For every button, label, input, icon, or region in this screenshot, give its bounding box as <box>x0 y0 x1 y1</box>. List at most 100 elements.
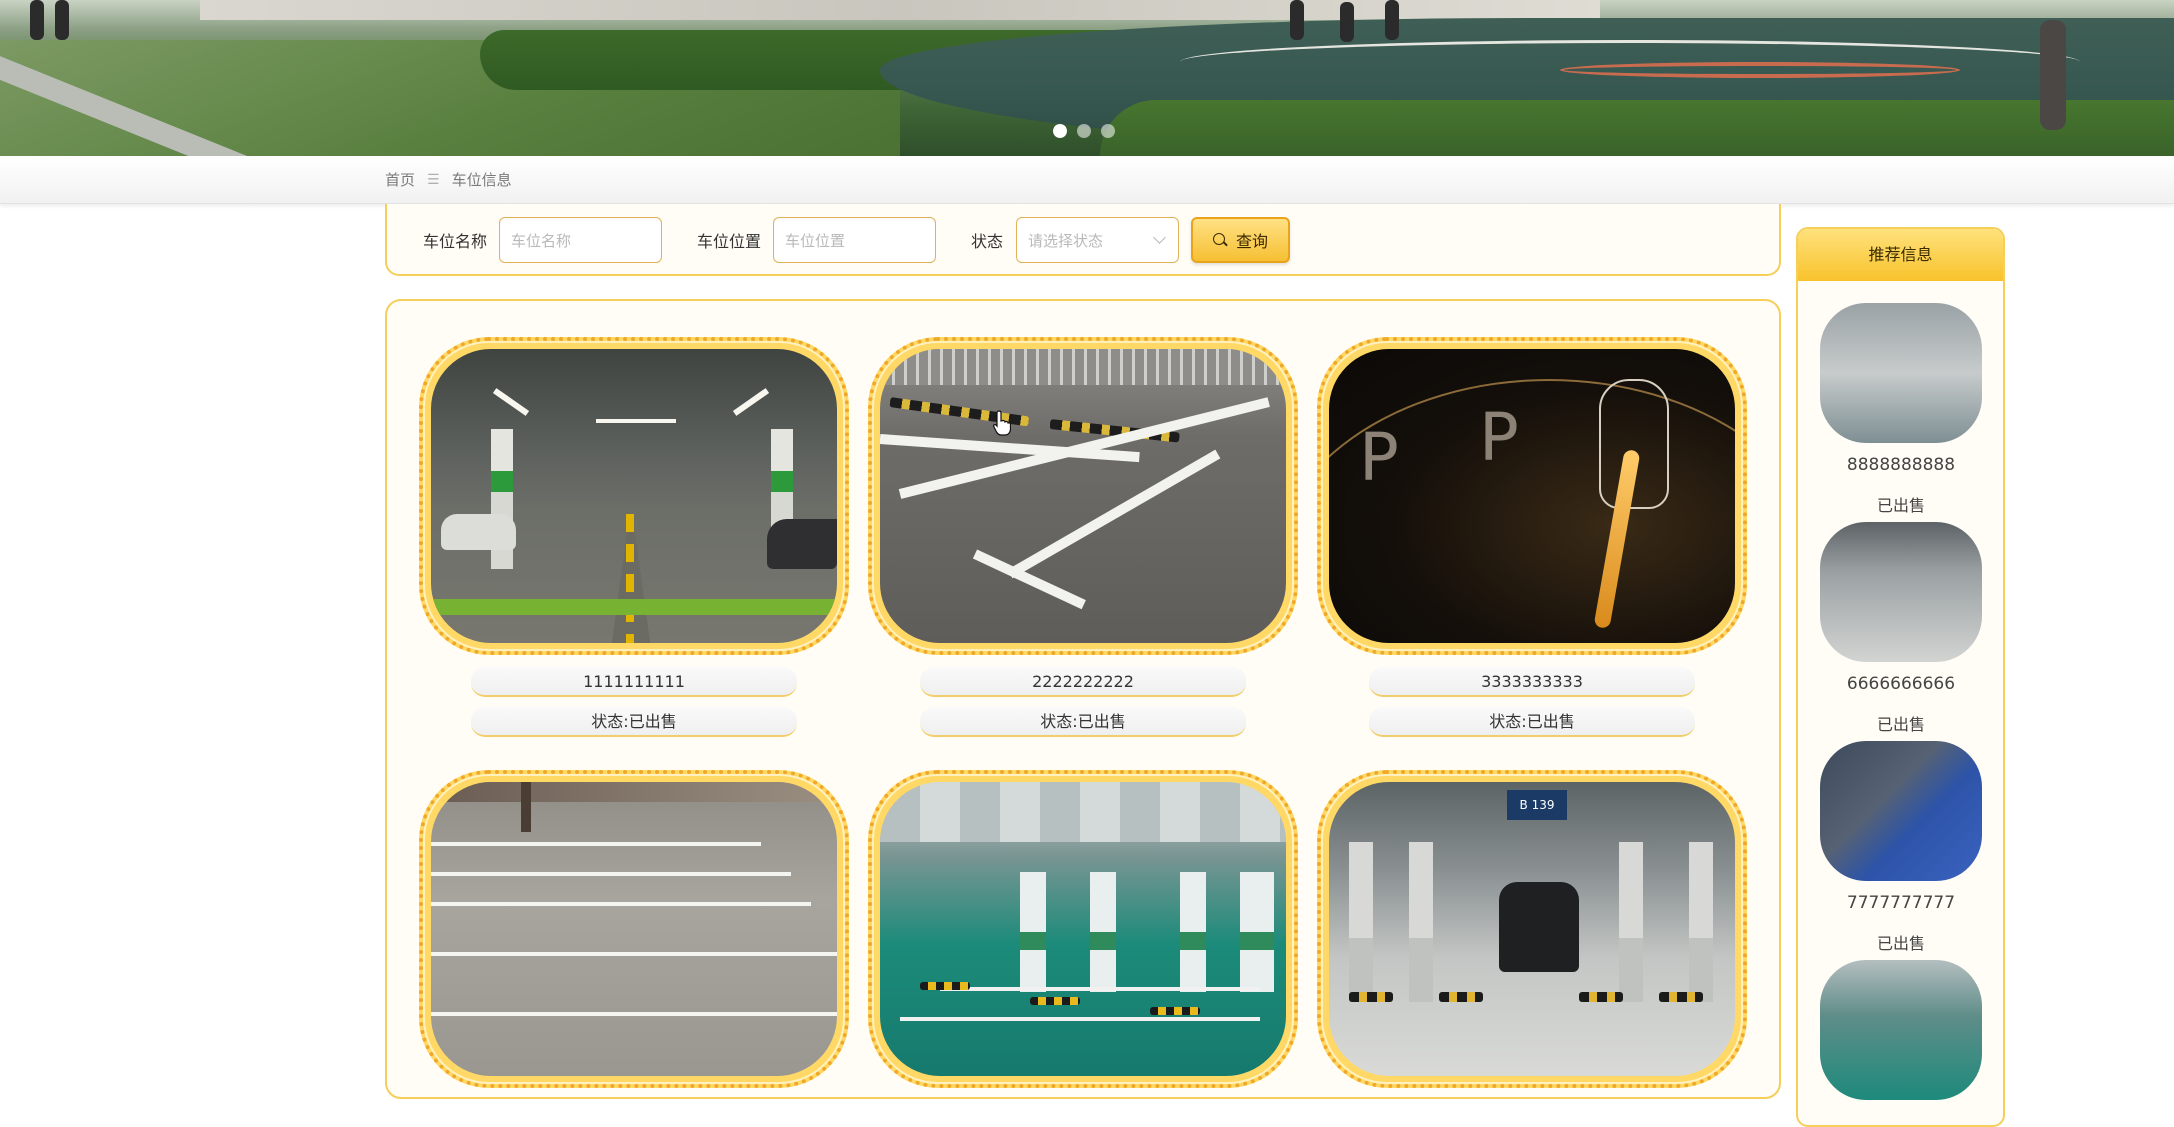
carousel-dot[interactable] <box>1077 124 1091 138</box>
parked-car <box>1499 882 1579 972</box>
parking-image[interactable]: B 139 <box>1329 782 1735 1076</box>
car-outline <box>1599 379 1669 509</box>
recommend-image[interactable] <box>1820 303 1982 443</box>
carousel-dots <box>1053 124 1115 138</box>
status-select-placeholder: 请选择状态 <box>1028 232 1104 250</box>
parking-line <box>1007 449 1221 579</box>
card-image-frame[interactable]: B 139 <box>1317 770 1747 1088</box>
search-icon <box>1212 232 1228 248</box>
wheel-stopper <box>920 982 970 990</box>
recommend-item[interactable] <box>1820 960 1982 1100</box>
status-label: 状态 <box>971 232 1004 251</box>
wheel-stopper <box>1030 997 1080 1005</box>
recommend-name: 8888888888 <box>1846 455 1956 475</box>
parking-image[interactable]: P P <box>1329 349 1735 643</box>
parking-image[interactable] <box>431 782 837 1076</box>
breadcrumb-current: 车位信息 <box>451 171 512 189</box>
breadcrumb: 首页 ☰ 车位信息 <box>385 169 512 190</box>
location-input[interactable]: 车位位置 <box>773 217 936 263</box>
banner-hedge-lower <box>1100 100 2174 156</box>
parking-line <box>900 1017 1260 1021</box>
parking-symbol: P <box>1359 419 1399 496</box>
recommend-item[interactable]: 7777777777 已出售 <box>1820 741 1982 953</box>
recommend-image[interactable] <box>1820 522 1982 662</box>
card-name: 1111111111 <box>471 667 797 697</box>
banner-person <box>2040 20 2066 130</box>
search-button[interactable]: 查询 <box>1191 217 1290 263</box>
ceiling <box>880 782 1286 842</box>
parking-image[interactable] <box>431 349 837 643</box>
wheel-stopper <box>1439 992 1483 1002</box>
recommend-status: 已出售 <box>1876 934 1925 953</box>
recommend-image[interactable] <box>1820 960 1982 1100</box>
card-status: 状态:已出售 <box>471 707 797 737</box>
pole <box>521 782 531 832</box>
parked-car <box>441 514 516 550</box>
fence <box>880 349 1286 385</box>
name-label: 车位名称 <box>423 232 488 251</box>
card-image-frame[interactable]: P P <box>1317 337 1747 655</box>
lane-marking <box>626 514 634 643</box>
parking-image[interactable] <box>880 349 1286 643</box>
card-name: 2222222222 <box>920 667 1246 697</box>
card-status: 状态:已出售 <box>920 707 1246 737</box>
recommend-status: 已出售 <box>1876 496 1925 515</box>
parking-line <box>431 952 837 956</box>
location-label: 车位位置 <box>697 232 762 251</box>
card-image-frame[interactable] <box>868 337 1298 655</box>
recommend-status: 已出售 <box>1876 715 1925 734</box>
banner-person <box>1340 2 1354 42</box>
card-image-frame[interactable] <box>419 337 849 655</box>
parking-line <box>940 987 1260 991</box>
card-image-frame[interactable] <box>868 770 1298 1088</box>
hero-banner[interactable] <box>0 0 2174 156</box>
breadcrumb-home[interactable]: 首页 <box>385 169 415 190</box>
pillar <box>1349 842 1373 1002</box>
pillar <box>1409 842 1433 1002</box>
ceiling-light <box>492 388 530 416</box>
recommend-item[interactable]: 6666666666 已出售 <box>1820 522 1982 734</box>
breadcrumb-bar: 首页 ☰ 车位信息 <box>0 157 2174 204</box>
card-name: 3333333333 <box>1369 667 1695 697</box>
wheel-stopper <box>1150 1007 1200 1015</box>
pillar <box>1240 872 1274 992</box>
wheel-stopper <box>1349 992 1393 1002</box>
name-input[interactable]: 车位名称 <box>499 217 662 263</box>
parking-image[interactable] <box>880 782 1286 1076</box>
carousel-dot[interactable] <box>1053 124 1067 138</box>
parking-grid-panel: 1111111111 状态:已出售 2222222222 状态:已出售 P P <box>385 299 1781 1099</box>
green-curb <box>431 599 837 615</box>
card-image-frame[interactable] <box>419 770 849 1088</box>
banner-court-circle <box>1560 62 1960 78</box>
pillar <box>1619 842 1643 1002</box>
banner-person <box>1385 0 1399 40</box>
recommend-sidebar: 推荐信息 8888888888 已出售 6666666666 已出售 77777… <box>1796 227 2005 1127</box>
search-button-label: 查询 <box>1235 232 1268 251</box>
carousel-dot[interactable] <box>1101 124 1115 138</box>
wheel-stopper <box>1659 992 1703 1002</box>
breadcrumb-separator: ☰ <box>427 171 440 188</box>
parked-car <box>767 519 837 569</box>
recommend-name: 6666666666 <box>1846 674 1956 694</box>
building-edge <box>431 782 837 802</box>
ceiling-light <box>732 388 770 416</box>
chevron-down-icon <box>1153 231 1166 244</box>
status-select[interactable]: 请选择状态 <box>1016 217 1179 263</box>
pillar <box>1180 872 1206 992</box>
parking-line <box>431 842 761 846</box>
level-sign: B 139 <box>1507 790 1567 820</box>
recommend-title: 推荐信息 <box>1798 229 2003 281</box>
hand-cursor-icon <box>993 410 1011 436</box>
parking-line <box>431 872 791 876</box>
banner-person <box>30 0 44 40</box>
banner-person <box>1290 0 1304 40</box>
ceiling-light <box>596 419 676 423</box>
parking-symbol: P <box>1479 399 1519 476</box>
recommend-name: 7777777777 <box>1846 893 1956 913</box>
pillar <box>1020 872 1046 992</box>
card-status: 状态:已出售 <box>1369 707 1695 737</box>
recommend-image[interactable] <box>1820 741 1982 881</box>
parking-line <box>431 1012 837 1016</box>
search-filter-panel: 车位名称 车位名称 车位位置 车位位置 状态 请选择状态 查询 <box>385 204 1781 276</box>
recommend-item[interactable]: 8888888888 已出售 <box>1820 303 1982 515</box>
